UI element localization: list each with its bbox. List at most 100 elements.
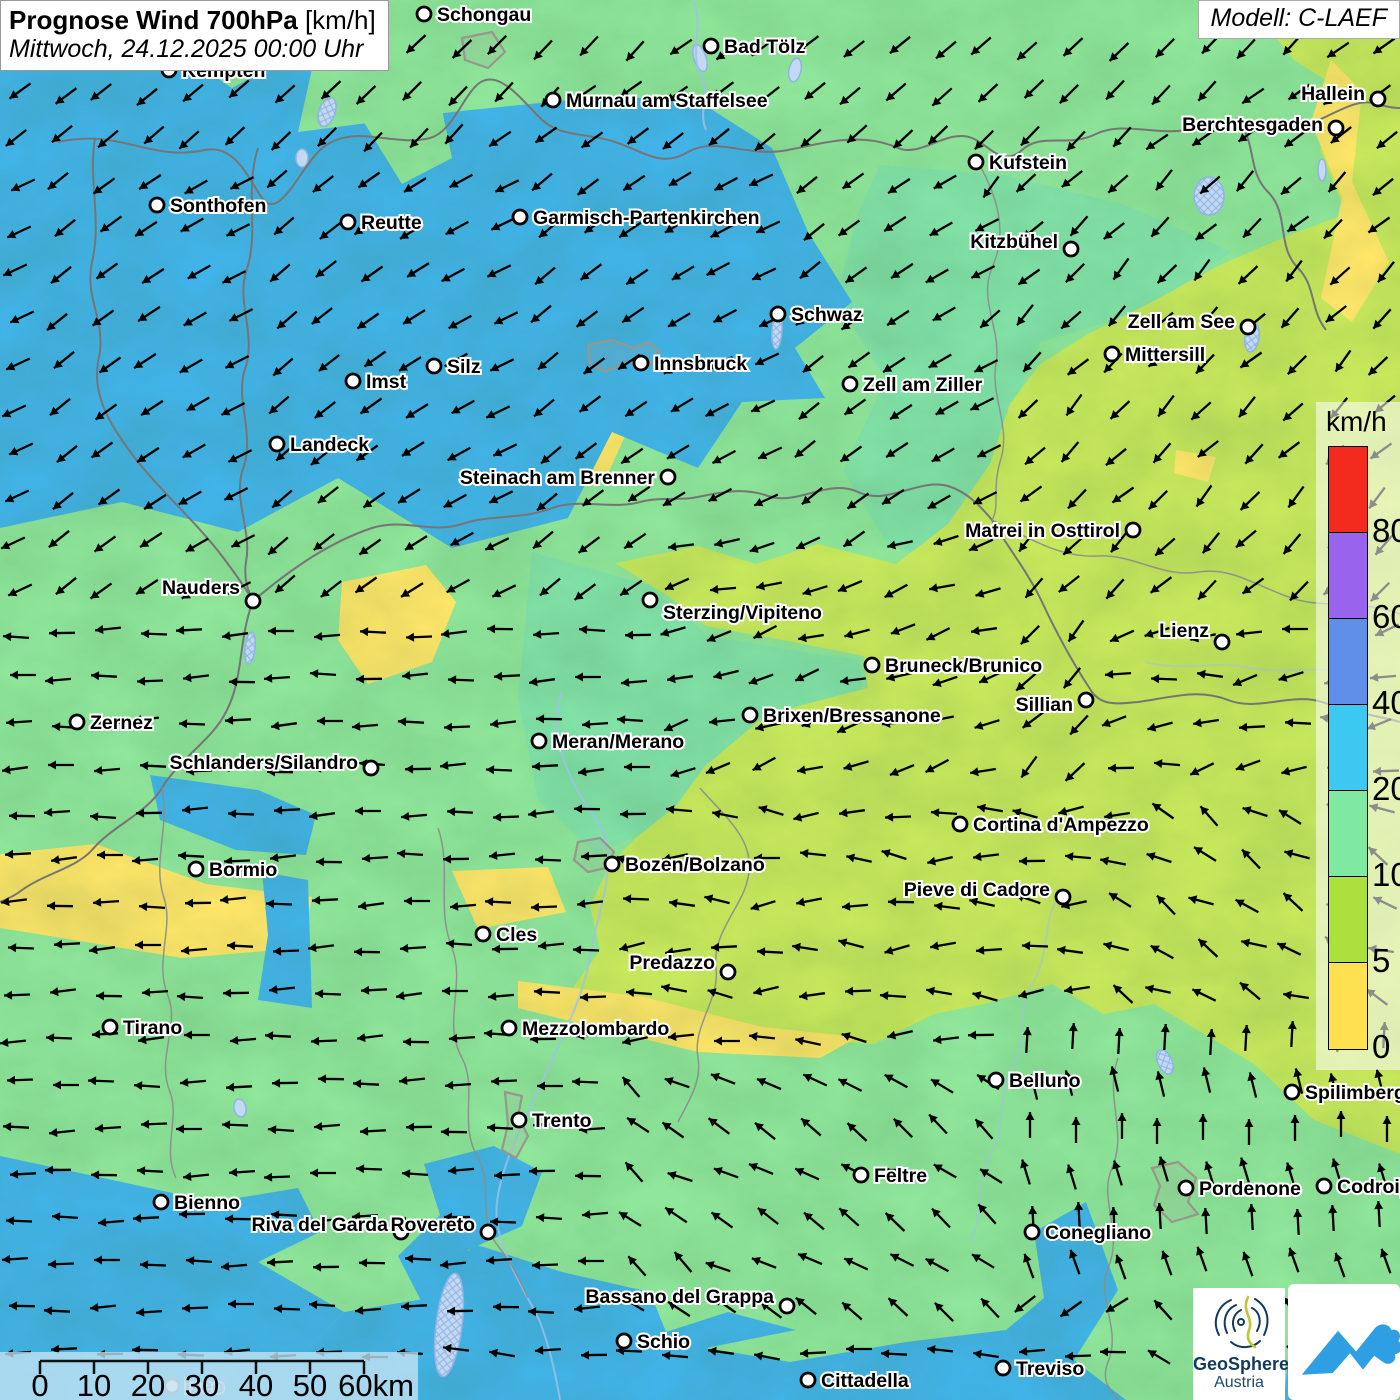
city-marker bbox=[415, 5, 433, 23]
legend-tick-label: 0 bbox=[1372, 1028, 1391, 1065]
scale-bar-label: 50 bbox=[293, 1368, 327, 1400]
city-marker bbox=[339, 213, 357, 231]
city-marker bbox=[544, 91, 562, 109]
city-label: Matrei in Osttirol bbox=[965, 520, 1120, 542]
city-label: Predazzo bbox=[629, 952, 715, 974]
mountain-wave-icon bbox=[1301, 1324, 1400, 1375]
city-label: Riva del Garda bbox=[251, 1214, 388, 1236]
city-label: Berchtesgaden bbox=[1182, 114, 1323, 136]
city-marker bbox=[152, 1193, 170, 1211]
city-marker bbox=[1315, 1177, 1333, 1195]
contour-lines-icon bbox=[1214, 1295, 1269, 1349]
legend-tick-label: 10 bbox=[1372, 856, 1400, 893]
city-marker bbox=[1023, 1223, 1041, 1241]
city-label: Treviso bbox=[1016, 1358, 1084, 1380]
page-title: Prognose Wind 700hPa [km/h] bbox=[9, 5, 376, 35]
city-label: Codroipo bbox=[1337, 1176, 1400, 1198]
scale-bar-label: 30 bbox=[185, 1368, 219, 1400]
city-marker bbox=[632, 354, 650, 372]
city-label: Rovereto bbox=[390, 1214, 475, 1236]
city-marker bbox=[1103, 345, 1121, 363]
city-marker bbox=[1369, 90, 1387, 108]
city-marker bbox=[511, 208, 529, 226]
lake bbox=[1317, 158, 1327, 182]
legend-segment-60 bbox=[1329, 533, 1367, 619]
city-label: Steinach am Brenner bbox=[460, 467, 655, 489]
city-marker bbox=[778, 1297, 796, 1315]
city-label: Sterzing/Vipiteno bbox=[663, 602, 822, 624]
city-label: Murnau am Staffelsee bbox=[566, 90, 768, 112]
city-label: Imst bbox=[366, 371, 407, 393]
city-marker bbox=[1177, 1179, 1195, 1197]
city-marker bbox=[1327, 119, 1345, 137]
city-marker bbox=[841, 375, 859, 393]
city-label: Feltre bbox=[874, 1165, 927, 1187]
city-marker bbox=[362, 759, 380, 777]
city-label: Sillian bbox=[1016, 694, 1073, 716]
city-label: Pordenone bbox=[1199, 1178, 1301, 1200]
city-marker bbox=[603, 855, 621, 873]
city-marker bbox=[530, 732, 548, 750]
scale-bar-label: 60km bbox=[338, 1368, 414, 1400]
map-title-unit: [km/h] bbox=[297, 5, 376, 35]
legend-segment-40 bbox=[1329, 619, 1367, 705]
city-label: Landeck bbox=[290, 434, 369, 456]
city-label: Garmisch-Partenkirchen bbox=[533, 207, 760, 229]
city-label: Innsbruck bbox=[654, 353, 747, 375]
city-label: Schlanders/Silandro bbox=[169, 752, 358, 774]
city-marker bbox=[967, 153, 985, 171]
city-marker bbox=[615, 1332, 633, 1350]
city-label: Bad Tölz bbox=[724, 36, 805, 58]
city-label: Conegliano bbox=[1045, 1222, 1151, 1244]
city-marker bbox=[68, 713, 86, 731]
city-marker bbox=[799, 1371, 817, 1389]
city-label: Pieve di Cadore bbox=[904, 879, 1050, 901]
city-label: Reutte bbox=[361, 212, 422, 234]
model-label: Modell: C-LAEF bbox=[1197, 0, 1400, 39]
city-label: Zell am Ziller bbox=[863, 374, 983, 396]
city-marker bbox=[474, 925, 492, 943]
geosphere-country-label: Austria bbox=[1214, 1373, 1264, 1391]
city-marker bbox=[1077, 691, 1095, 709]
city-label: Zernez bbox=[90, 712, 153, 734]
city-label: Sonthofen bbox=[170, 195, 266, 217]
city-label: Schwaz bbox=[791, 304, 863, 326]
city-marker bbox=[1062, 240, 1080, 258]
city-marker bbox=[863, 656, 881, 674]
weather-app-logo bbox=[1288, 1284, 1400, 1400]
city-marker bbox=[510, 1111, 528, 1129]
scale-bar-label: 40 bbox=[239, 1368, 273, 1400]
legend-tick-label: 60 bbox=[1372, 598, 1400, 635]
geosphere-logo: GeoSphere Austria bbox=[1193, 1288, 1290, 1400]
city-label: Meran/Merano bbox=[552, 731, 684, 753]
legend-tick-label: 5 bbox=[1372, 942, 1391, 979]
scale-bar-label: 20 bbox=[131, 1368, 165, 1400]
city-marker bbox=[1283, 1083, 1301, 1101]
city-label: Mittersill bbox=[1125, 344, 1205, 366]
city-label: Kitzbühel bbox=[970, 231, 1058, 253]
city-label: Cles bbox=[496, 924, 537, 946]
legend-segment-5 bbox=[1329, 877, 1367, 963]
city-label: Lienz bbox=[1159, 620, 1209, 642]
city-marker bbox=[268, 435, 286, 453]
city-marker bbox=[1213, 633, 1231, 651]
city-label: Bormio bbox=[209, 859, 277, 881]
city-marker bbox=[987, 1071, 1005, 1089]
wind-map-canvas: SchongauBad TölzKemptenMurnau am Staffel… bbox=[0, 0, 1400, 1400]
geosphere-org-label: GeoSphere bbox=[1193, 1354, 1290, 1374]
city-label: Nauders bbox=[162, 577, 240, 599]
legend-segment-10 bbox=[1329, 791, 1367, 877]
legend-segment-0 bbox=[1329, 963, 1367, 1049]
city-label: Bassano del Grappa bbox=[585, 1286, 774, 1308]
map-subtitle: Mittwoch, 24.12.2025 00:00 Uhr bbox=[9, 35, 364, 64]
city-label: Bruneck/Brunico bbox=[885, 655, 1042, 677]
city-label: Schio bbox=[637, 1331, 690, 1353]
city-marker bbox=[641, 591, 659, 609]
city-label: Hallein bbox=[1301, 83, 1365, 105]
legend-panel: km/h 80 60 40 20 10 5 0 bbox=[1316, 402, 1400, 1070]
map-title-box: Prognose Wind 700hPa [km/h] Mittwoch, 24… bbox=[0, 0, 389, 72]
city-marker bbox=[1124, 521, 1142, 539]
city-marker bbox=[425, 357, 443, 375]
city-marker bbox=[1054, 888, 1072, 906]
city-label: Silz bbox=[447, 356, 481, 378]
